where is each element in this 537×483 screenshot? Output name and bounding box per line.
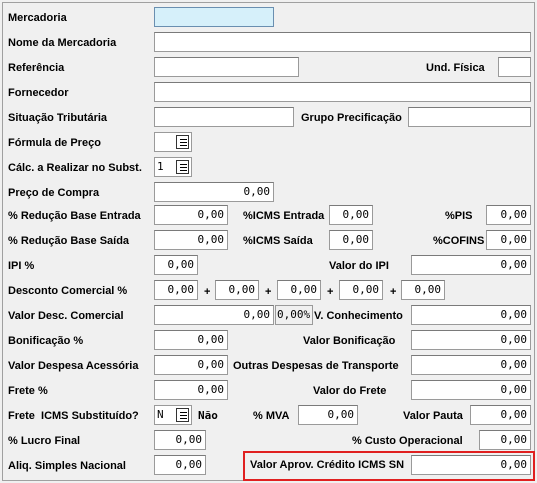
v-conhecimento-input[interactable]: 0,00 [411,305,531,325]
calc-realizar-subst-label: Cálc. a Realizar no Subst. [8,162,142,174]
reducao-base-saida-input[interactable]: 0,00 [154,230,228,250]
aliq-simples-nacional-label: Aliq. Simples Nacional [8,460,126,472]
preco-compra-label: Preço de Compra [8,187,100,199]
situacao-tributaria-label: Situação Tributária [8,112,108,124]
plus-sign: + [265,286,272,298]
nome-mercadoria-input[interactable] [154,32,531,52]
custo-operacional-input[interactable]: 0,00 [479,430,531,450]
frete-icms-substituido-combo[interactable]: N [154,405,192,425]
plus-sign: + [327,286,334,298]
icms-entrada-label: %ICMS Entrada [243,210,325,222]
lookup-list-icon[interactable] [176,408,189,422]
valor-despesa-acessoria-label: Valor Despesa Acessória [8,360,139,372]
lookup-list-icon[interactable] [176,135,189,149]
und-fisica-input[interactable] [498,57,531,77]
icms-entrada-input[interactable]: 0,00 [329,205,373,225]
outras-despesas-transporte-input[interactable]: 0,00 [411,355,531,375]
pis-input[interactable]: 0,00 [486,205,531,225]
bonificacao-pct-input[interactable]: 0,00 [154,330,228,350]
frete-icms-substituido-label: Frete ICMS Substituído? [8,410,139,422]
formula-preco-label: Fórmula de Preço [8,137,101,149]
lookup-list-icon[interactable] [176,160,189,174]
desconto-comercial-5-input[interactable]: 0,00 [401,280,445,300]
preco-compra-input[interactable]: 0,00 [154,182,274,202]
icms-saida-input[interactable]: 0,00 [329,230,373,250]
desc-comercial-percent: 0,00% [275,305,313,325]
valor-bonificacao-input[interactable]: 0,00 [411,330,531,350]
fornecedor-label: Fornecedor [8,87,69,99]
valor-frete-input[interactable]: 0,00 [411,380,531,400]
bonificacao-pct-label: Bonificação % [8,335,84,347]
ipi-input[interactable]: 0,00 [154,255,198,275]
pis-label: %PIS [445,210,473,222]
cofins-input[interactable]: 0,00 [486,230,531,250]
calc-realizar-subst-value: 1 [157,160,164,173]
frete-pct-label: Frete % [8,385,48,397]
fornecedor-input[interactable] [154,82,531,102]
icms-saida-label: %ICMS Saída [243,235,313,247]
mercadoria-input[interactable] [154,7,274,27]
grupo-precificacao-label: Grupo Precificação [301,112,402,124]
plus-sign: + [390,286,397,298]
reducao-base-entrada-input[interactable]: 0,00 [154,205,228,225]
valor-desc-comercial-label: Valor Desc. Comercial [8,310,124,322]
valor-ipi-label: Valor do IPI [329,260,389,272]
v-conhecimento-label: V. Conhecimento [314,310,403,322]
referencia-input[interactable] [154,57,299,77]
formula-preco-combo[interactable] [154,132,192,152]
custo-operacional-label: % Custo Operacional [352,435,463,447]
cofins-label: %COFINS [433,235,485,247]
mercadoria-label: Mercadoria [8,12,67,24]
valor-pauta-label: Valor Pauta [403,410,463,422]
calc-realizar-subst-combo[interactable]: 1 [154,157,192,177]
und-fisica-label: Und. Física [426,62,485,74]
reducao-base-entrada-label: % Redução Base Entrada [8,210,141,222]
reducao-base-saida-label: % Redução Base Saída [8,235,130,247]
grupo-precificacao-input[interactable] [408,107,531,127]
desconto-comercial-3-input[interactable]: 0,00 [277,280,321,300]
desconto-comercial-1-input[interactable]: 0,00 [154,280,198,300]
desconto-comercial-label: Desconto Comercial % [8,285,128,297]
mva-label: % MVA [253,410,290,422]
lucro-final-label: % Lucro Final [8,435,81,447]
valor-ipi-input[interactable]: 0,00 [411,255,531,275]
nome-mercadoria-label: Nome da Mercadoria [8,37,117,49]
situacao-tributaria-input[interactable] [154,107,294,127]
frete-pct-input[interactable]: 0,00 [154,380,228,400]
plus-sign: + [204,286,211,298]
desconto-comercial-2-input[interactable]: 0,00 [215,280,259,300]
mva-input[interactable]: 0,00 [298,405,358,425]
highlight-box [243,451,535,481]
valor-frete-label: Valor do Frete [313,385,387,397]
desconto-comercial-4-input[interactable]: 0,00 [339,280,383,300]
aliq-simples-nacional-input[interactable]: 0,00 [154,455,206,475]
referencia-label: Referência [8,62,65,74]
valor-desc-comercial-input[interactable]: 0,00 [154,305,274,325]
lucro-final-input[interactable]: 0,00 [154,430,206,450]
ipi-label: IPI % [8,260,35,272]
outras-despesas-transporte-label: Outras Despesas de Transporte [233,360,399,372]
frete-icms-substituido-value: N [157,408,164,421]
valor-despesa-acessoria-input[interactable]: 0,00 [154,355,228,375]
frete-icms-substituido-hint: Não [198,409,218,422]
valor-bonificacao-label: Valor Bonificação [303,335,396,347]
valor-pauta-input[interactable]: 0,00 [470,405,531,425]
